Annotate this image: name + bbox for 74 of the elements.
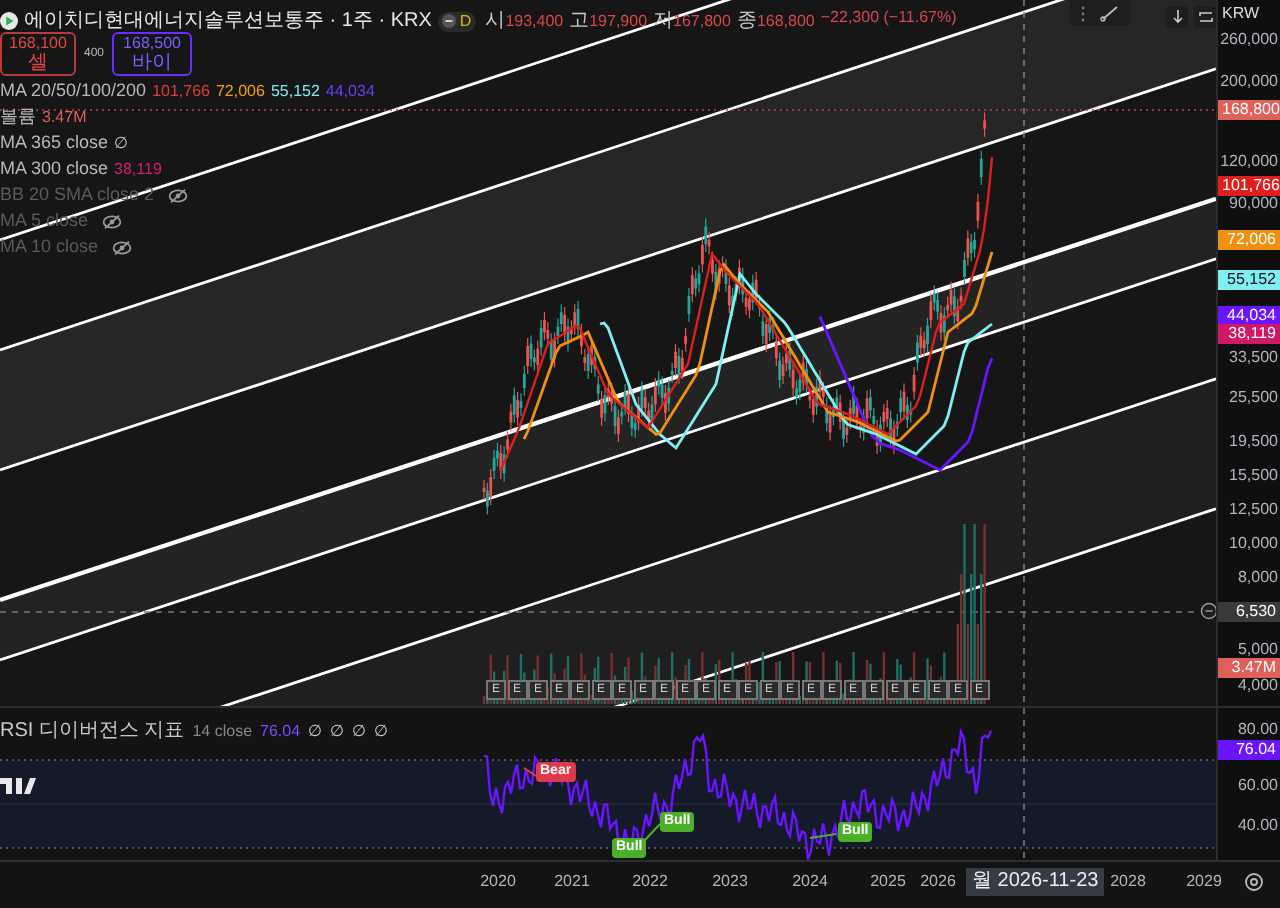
ohlc-value: 시 193,400 bbox=[485, 8, 564, 36]
price-badge: 3.47M bbox=[1218, 658, 1280, 678]
rsi-value: 76.04 bbox=[260, 719, 301, 743]
price-badge: 44,034 bbox=[1218, 306, 1280, 326]
year-label: 2020 bbox=[480, 872, 516, 892]
axis-label: 60.00 bbox=[1237, 776, 1278, 796]
legend-value: 55,152 bbox=[270, 80, 320, 104]
price-badge: 6,530 bbox=[1218, 602, 1280, 622]
legend-value: ∅ bbox=[114, 132, 129, 156]
sell-button[interactable]: 168,100 셀 bbox=[0, 32, 76, 76]
cursor-date-badge: 월 2026-11-23 bbox=[966, 868, 1105, 896]
logo-icon bbox=[0, 776, 36, 796]
scroll-down-button[interactable] bbox=[1166, 6, 1188, 28]
settings-icon[interactable] bbox=[1244, 872, 1264, 892]
rsi-params: 14 close bbox=[192, 719, 253, 743]
axis-label: 4,000 bbox=[1237, 676, 1278, 696]
logo-icon bbox=[0, 12, 18, 30]
axis-label: 40.00 bbox=[1237, 816, 1278, 836]
ohlc-value: 고197,900 bbox=[569, 8, 648, 36]
grip-icon[interactable] bbox=[1080, 5, 1087, 21]
price-badge: 38,119 bbox=[1218, 324, 1280, 344]
year-label: 2025 bbox=[870, 872, 906, 892]
legend-value: 72,006 bbox=[215, 80, 265, 104]
empty-value: ∅ bbox=[352, 719, 367, 743]
axis-label: 10,000 bbox=[1229, 534, 1278, 554]
price-badge: 168,800 bbox=[1218, 100, 1280, 120]
axis-label: 19,500 bbox=[1229, 432, 1278, 452]
legend-title[interactable]: MA 20/50/100/200 bbox=[0, 78, 147, 106]
legend-title[interactable]: MA 365 close bbox=[0, 130, 109, 158]
currency-label[interactable]: KRW bbox=[1222, 4, 1260, 24]
axis-label: 5,000 bbox=[1237, 640, 1278, 660]
ohlc-value: 종168,800 bbox=[736, 8, 815, 36]
price-change: −22,300 (−11.67%) bbox=[820, 6, 957, 30]
axis-label: 8,000 bbox=[1237, 568, 1278, 588]
eye-off-icon[interactable] bbox=[168, 188, 189, 204]
eye-off-icon[interactable] bbox=[112, 240, 133, 256]
line-tool-icon[interactable] bbox=[1099, 4, 1120, 22]
price-badge: 101,766 bbox=[1218, 176, 1280, 196]
year-label: 2023 bbox=[712, 872, 748, 892]
legend-value: 38,119 bbox=[114, 158, 162, 182]
legend-value: 44,034 bbox=[325, 80, 375, 104]
year-label: 2022 bbox=[632, 872, 668, 892]
year-label: 2024 bbox=[792, 872, 828, 892]
axis-label: 200,000 bbox=[1220, 72, 1278, 92]
legend-value: 3.47M bbox=[42, 106, 87, 130]
legend-title[interactable]: 볼륨 bbox=[0, 104, 36, 132]
empty-value: ∅ bbox=[330, 719, 345, 743]
legend-title[interactable]: MA 300 close bbox=[0, 156, 109, 184]
axis-label: 120,000 bbox=[1220, 152, 1278, 172]
reset-button[interactable] bbox=[1194, 6, 1216, 28]
year-label: 2028 bbox=[1110, 872, 1146, 892]
axis-label: 33,500 bbox=[1229, 348, 1278, 368]
refresh-icon bbox=[1197, 10, 1213, 24]
year-label: 2029 bbox=[1186, 872, 1222, 892]
eye-off-icon[interactable] bbox=[102, 214, 123, 230]
axis-label: 260,000 bbox=[1220, 30, 1278, 50]
empty-value: ∅ bbox=[374, 719, 389, 743]
axis-label: 25,500 bbox=[1229, 388, 1278, 408]
axis-label: 90,000 bbox=[1229, 194, 1278, 214]
price-badge: 55,152 bbox=[1218, 270, 1280, 290]
legend-value: 101,766 bbox=[152, 80, 210, 104]
year-label: 2026 bbox=[920, 872, 956, 892]
empty-value: ∅ bbox=[308, 719, 323, 743]
price-badge: 72,006 bbox=[1218, 230, 1280, 250]
minus-icon bbox=[441, 14, 456, 28]
year-label: 2021 bbox=[554, 872, 590, 892]
axis-label: 80.00 bbox=[1237, 720, 1278, 740]
price-badge: 76.04 bbox=[1218, 740, 1280, 760]
symbol-title[interactable]: 에이치디현대에너지솔루션보통주 · 1주 · KRX bbox=[24, 10, 432, 32]
rsi-title[interactable]: RSI 디이버전스 지표 bbox=[0, 716, 185, 746]
axis-label: 12,500 bbox=[1229, 500, 1278, 520]
buy-button[interactable]: 168,500 바이 bbox=[112, 32, 193, 76]
arrow-down-icon bbox=[1171, 10, 1183, 24]
axis-label: 15,500 bbox=[1229, 466, 1278, 486]
